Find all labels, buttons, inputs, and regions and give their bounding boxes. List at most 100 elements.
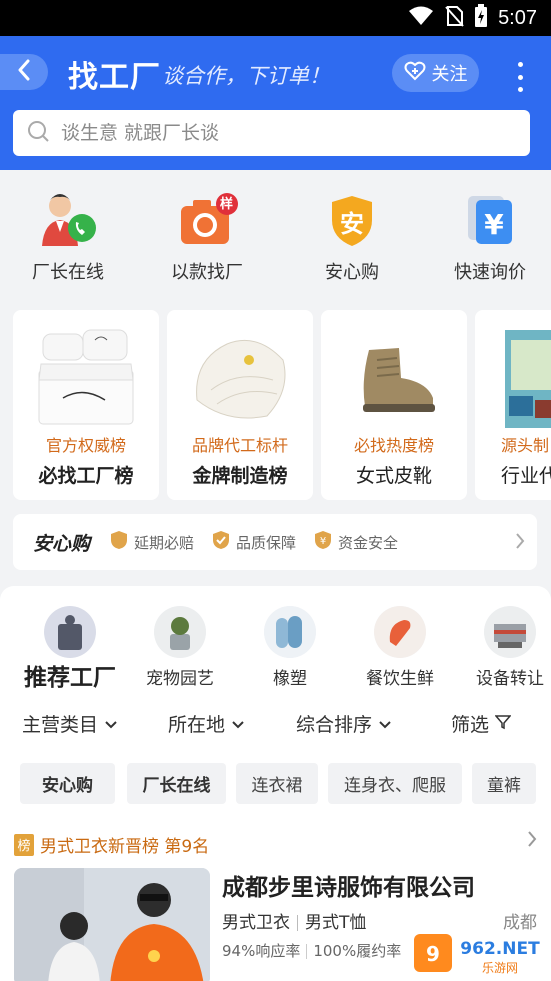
quick-entry-label: 快速询价 [454, 262, 526, 283]
category-recommended[interactable]: 推荐工厂 [20, 606, 120, 692]
funnel-icon [494, 713, 512, 735]
chevron-down-icon [378, 713, 392, 735]
brand-slogan: 谈合作，下订单！ [162, 64, 330, 88]
assurance-logo: 安心购 [33, 532, 91, 555]
tag-kids-pants[interactable]: 童裤 [472, 763, 536, 804]
chevron-left-icon [17, 59, 31, 85]
boot-image [341, 320, 447, 428]
search-input[interactable] [61, 122, 481, 144]
quick-entry-safe-purchase[interactable]: 安 安心购 [292, 190, 412, 284]
quick-entry-label: 以款找厂 [171, 262, 243, 283]
quick-entries: 厂长在线 样 以款找厂 安 安心购 ¥ 快速询价 [0, 190, 551, 300]
header: 找工厂 谈合作，下订单！ 关注 [0, 36, 551, 170]
category-label: 设备转让 [476, 669, 544, 689]
more-menu-button[interactable] [508, 62, 532, 92]
category-label: 餐饮生鲜 [366, 669, 434, 689]
rank-card-subtitle: 官方权威榜 [45, 436, 126, 455]
rank-text: 男式卫衣新晋榜 第9名 [40, 837, 210, 857]
category-pet-garden[interactable]: 宠物园艺 [130, 606, 230, 689]
category-image [154, 606, 206, 658]
filter-label: 综合排序 [296, 714, 373, 736]
tag-bodysuit[interactable]: 连身衣、爬服 [328, 763, 462, 804]
tag-row: 安心购 厂长在线 连衣裙 连身衣、爬服 童裤 [0, 763, 551, 805]
back-button[interactable] [0, 54, 48, 90]
filter-sort[interactable]: 综合排序 [296, 710, 392, 737]
rank-card-subtitle: 源头制 [501, 436, 550, 455]
factory-manager-phone-icon [36, 190, 100, 250]
quilt-image [187, 320, 293, 428]
quick-inquiry-icon: ¥ [458, 190, 522, 250]
factory-categories: 男式卫衣 男式T恤 [222, 908, 366, 933]
brand-title: 找工厂 [68, 61, 161, 94]
rank-card-title: 女式皮靴 [355, 465, 432, 487]
follow-button[interactable]: 关注 [392, 54, 479, 92]
quick-entry-quick-inquiry[interactable]: ¥ 快速询价 [430, 190, 550, 284]
factory-photo[interactable] [14, 868, 210, 981]
category-rubber-plastic[interactable]: 橡塑 [240, 606, 340, 689]
status-bar: 5:07 [0, 0, 551, 36]
tag-dress[interactable]: 连衣裙 [236, 763, 318, 804]
dot [517, 62, 523, 67]
no-sim-icon [444, 5, 464, 31]
search-bar[interactable] [13, 110, 530, 156]
category-image [484, 606, 536, 658]
rank-card-subtitle: 必找热度榜 [353, 436, 434, 455]
svg-text:9: 9 [426, 942, 440, 966]
assurance-bar[interactable]: 安心购 延期必赔 品质保障 ¥ 资金安全 [13, 514, 537, 570]
svg-text:962.NET: 962.NET [460, 939, 540, 959]
category-label: 推荐工厂 [24, 665, 116, 691]
wifi-icon [408, 6, 434, 30]
shield-icon: 安 [320, 190, 384, 250]
category-equipment-transfer[interactable]: 设备转让 [460, 606, 551, 689]
shield-check-icon [110, 530, 128, 554]
tag-manager-online[interactable]: 厂长在线 [127, 763, 226, 804]
filter-location[interactable]: 所在地 [168, 710, 245, 737]
clock: 5:07 [498, 6, 537, 29]
category-label: 橡塑 [273, 669, 307, 689]
category-image [374, 606, 426, 658]
packaging-image [505, 320, 551, 430]
chevron-down-icon [231, 713, 245, 735]
assurance-item: 品质保障 [212, 530, 296, 554]
assurance-label: 资金安全 [338, 533, 399, 552]
site-watermark-logo: 9 962.NET 乐游网 [410, 928, 548, 978]
category-food-fresh[interactable]: 餐饮生鲜 [350, 606, 450, 689]
rank-card-source[interactable]: 源头制 行业代 [475, 310, 551, 500]
assurance-label: 品质保障 [236, 533, 297, 552]
assurance-item: ¥ 资金安全 [314, 530, 398, 554]
factory-name[interactable]: 成都步里诗服饰有限公司 [222, 868, 475, 902]
divider [306, 944, 308, 959]
filter-label: 主营类目 [22, 714, 99, 736]
quick-entry-label: 安心购 [325, 262, 379, 283]
svg-text:乐游网: 乐游网 [482, 961, 518, 975]
quick-entry-label: 厂长在线 [32, 262, 104, 283]
svg-text:¥: ¥ [484, 208, 504, 241]
chevron-right-icon[interactable] [527, 830, 537, 852]
shield-check-icon [212, 530, 230, 554]
shield-glyph: 安 [340, 210, 364, 238]
factory-panel: 推荐工厂 宠物园艺 橡塑 餐饮生鲜 设备转让 主营类目 所在地 综合排序 筛选 … [0, 586, 551, 981]
factory-category: 男式卫衣 [222, 913, 290, 933]
rank-card-brand[interactable]: 品牌代工标杆 金牌制造榜 [167, 310, 313, 500]
chevron-down-icon [104, 713, 118, 735]
quick-entry-search-by-sample[interactable]: 样 以款找厂 [147, 190, 267, 284]
camera-sample-icon: 样 [175, 190, 239, 250]
rank-card-official[interactable]: 官方权威榜 必找工厂榜 [13, 310, 159, 500]
rank-badge: 榜 [14, 833, 34, 856]
sample-badge: 样 [220, 197, 234, 212]
tag-safe-purchase[interactable]: 安心购 [20, 763, 115, 804]
heart-plus-icon [404, 61, 426, 86]
dot [517, 74, 523, 80]
filter-bar: 主营类目 所在地 综合排序 筛选 [0, 710, 551, 740]
bedding-set-image [33, 320, 139, 428]
rank-card-heat[interactable]: 必找热度榜 女式皮靴 [321, 310, 467, 500]
quick-entry-factory-manager[interactable]: 厂长在线 [8, 190, 128, 284]
rank-card-title: 必找工厂榜 [38, 465, 134, 487]
divider [297, 915, 298, 931]
rank-card-subtitle: 品牌代工标杆 [191, 436, 288, 455]
factory-stats: 94%响应率 100%履约率 [222, 940, 401, 961]
filter-main-category[interactable]: 主营类目 [22, 710, 118, 737]
chevron-right-icon [515, 532, 525, 554]
filter-screen[interactable]: 筛选 [451, 710, 512, 737]
assurance-label: 延期必赔 [134, 533, 195, 552]
